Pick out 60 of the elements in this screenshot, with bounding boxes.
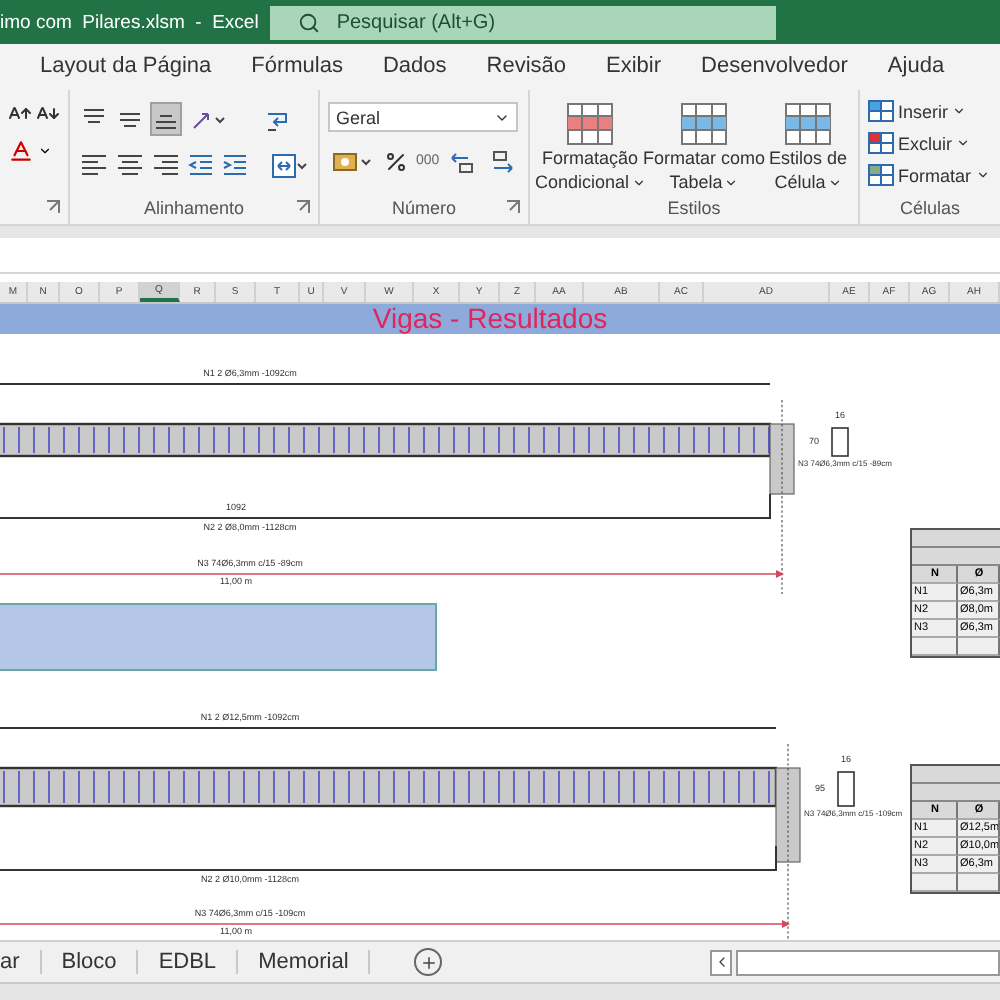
ribbon-tab[interactable]: Fórmulas: [251, 53, 343, 81]
table-header-band: [912, 548, 1000, 566]
plus-icon: [419, 953, 438, 971]
styles-button[interactable]: Estilos de Célula: [766, 102, 850, 194]
merge-cells-icon[interactable]: [270, 148, 310, 182]
table-cell: [912, 638, 958, 656]
table-icon: [784, 102, 832, 146]
sheet-tab[interactable]: Bloco: [41, 950, 139, 974]
cells-button[interactable]: Inserir: [868, 96, 992, 126]
grid-icon: [868, 100, 894, 122]
sheet-tab[interactable]: Memorial: [238, 950, 371, 974]
table-icon: [566, 102, 614, 146]
font-color-icon[interactable]: [8, 138, 34, 164]
sheet-title: Vigas - Resultados: [372, 304, 608, 334]
caret-icon: [827, 175, 842, 189]
caret-icon[interactable]: [38, 144, 52, 158]
scroll-left-button[interactable]: [710, 949, 732, 975]
table-cell: [958, 874, 1000, 892]
table-header-band: [912, 530, 1000, 548]
group-label: Estilos: [667, 198, 721, 222]
sheet-tab[interactable]: EDBL: [138, 950, 239, 974]
grid-icon: [868, 164, 894, 186]
ribbon-tab[interactable]: Exibir: [606, 53, 662, 81]
group-label: Alinhamento: [143, 198, 245, 222]
styles-button[interactable]: Formatação Condicional: [538, 102, 642, 194]
sheet-tab[interactable]: ar: [0, 950, 42, 974]
window-title: imo com Pilares.xlsm - Excel: [0, 11, 259, 33]
number-format-dropdown[interactable]: Geral: [328, 102, 518, 132]
table-cell: [958, 638, 1000, 656]
cross-section-drawing: [837, 771, 855, 807]
cells-button[interactable]: Formatar: [868, 160, 992, 190]
dialog-launcher-icon[interactable]: [296, 200, 310, 214]
caret-icon: [724, 175, 739, 189]
caret-icon: [975, 168, 990, 182]
ribbon-tab[interactable]: Dados: [382, 53, 447, 81]
add-sheet-button[interactable]: [414, 948, 443, 976]
dialog-launcher-icon[interactable]: [506, 200, 520, 214]
caret-icon: [956, 136, 971, 150]
dialog-launcher-icon[interactable]: [46, 200, 60, 214]
caret-icon: [631, 175, 646, 189]
caret-icon: [952, 104, 967, 118]
table-icon: [680, 102, 728, 146]
cross-section-drawing: [831, 427, 849, 457]
horizontal-scrollbar[interactable]: [736, 949, 1000, 975]
grid-icon: [868, 132, 894, 154]
table-header-band: [912, 784, 1000, 802]
group-label: Número: [391, 198, 456, 222]
ribbon-tab[interactable]: Revisão: [486, 53, 567, 81]
table-header-band: [912, 766, 1000, 784]
table-cell: [912, 874, 958, 892]
cells-button[interactable]: Excluir: [868, 128, 992, 158]
ribbon-tab[interactable]: Desenvolvedor: [701, 53, 848, 81]
group-label: Células: [899, 198, 960, 222]
ribbon-tab[interactable]: Ajuda: [887, 53, 945, 81]
search-icon: [298, 11, 321, 33]
styles-button[interactable]: Formatar como Tabela: [646, 102, 762, 194]
ribbon-tab[interactable]: Layout da Página: [40, 53, 212, 81]
align-bottom-icon[interactable]: [150, 102, 182, 136]
percent-icon[interactable]: [384, 149, 408, 173]
search-field[interactable]: Pesquisar (Alt+G): [270, 5, 777, 39]
